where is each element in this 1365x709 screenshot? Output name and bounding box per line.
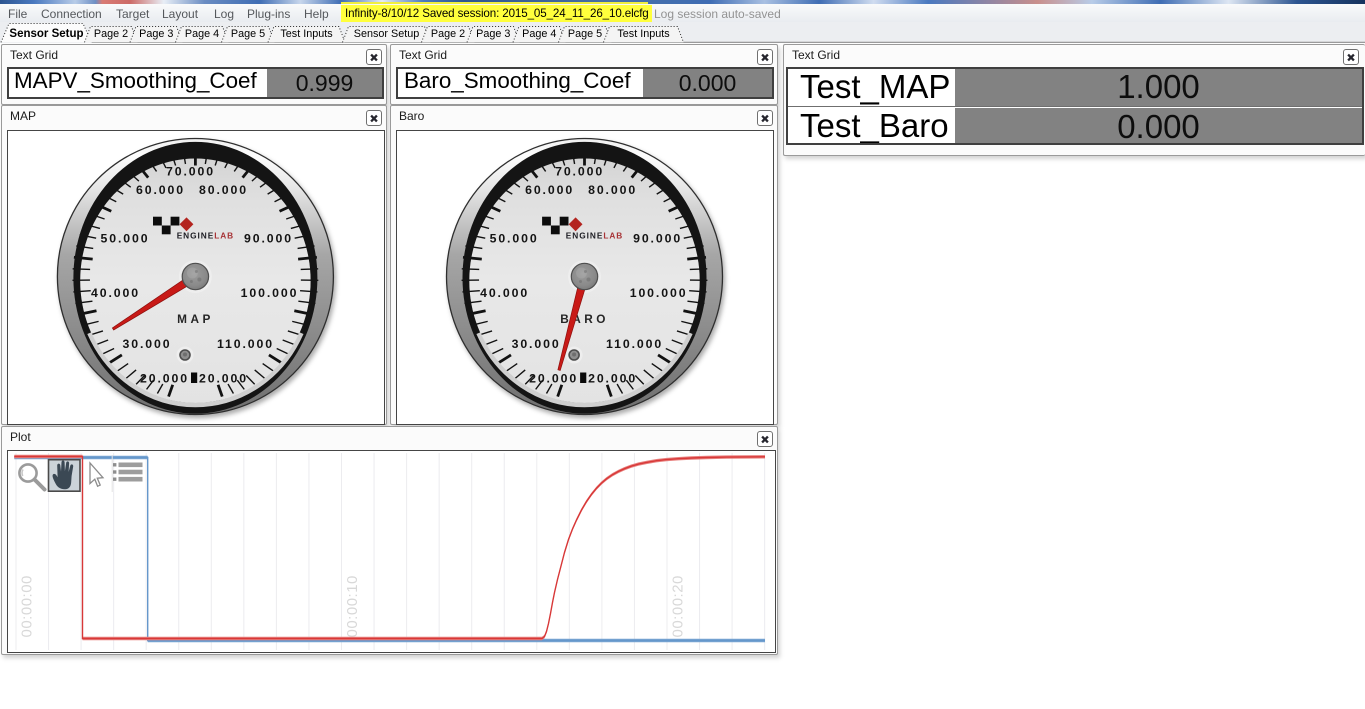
svg-text:30.000: 30.000 <box>512 337 561 351</box>
svg-text:70.000: 70.000 <box>166 164 215 178</box>
svg-text:80.000: 80.000 <box>588 183 637 197</box>
svg-text:ENGINELAB: ENGINELAB <box>566 231 623 241</box>
svg-text:00:00:00: 00:00:00 <box>19 575 36 637</box>
svg-text:Page 5: Page 5 <box>568 28 602 40</box>
svg-text:30.000: 30.000 <box>122 337 171 351</box>
svg-text:100.000: 100.000 <box>241 286 299 300</box>
svg-text:90.000: 90.000 <box>244 231 293 245</box>
svg-text:Page 4: Page 4 <box>522 28 556 40</box>
svg-text:Test Inputs: Test Inputs <box>280 28 333 40</box>
svg-text:Page 3: Page 3 <box>139 28 173 40</box>
svg-text:Page 3: Page 3 <box>476 28 510 40</box>
svg-text:70.000: 70.000 <box>555 164 604 178</box>
svg-text:80.000: 80.000 <box>199 183 248 197</box>
svg-text:90.000: 90.000 <box>633 231 682 245</box>
svg-text:40.000: 40.000 <box>480 286 529 300</box>
svg-text:100.000: 100.000 <box>630 286 688 300</box>
svg-text:20.000: 20.000 <box>199 371 248 385</box>
svg-text:00:00:20: 00:00:20 <box>670 575 687 637</box>
svg-text:110.000: 110.000 <box>217 337 274 351</box>
svg-text:20.000: 20.000 <box>140 371 189 385</box>
svg-text:Sensor Setup: Sensor Setup <box>9 28 83 40</box>
svg-text:MAP: MAP <box>177 312 214 326</box>
svg-text:60.000: 60.000 <box>525 183 574 197</box>
svg-text:40.000: 40.000 <box>91 286 140 300</box>
svg-text:110.000: 110.000 <box>606 337 663 351</box>
svg-text:50.000: 50.000 <box>100 231 149 245</box>
svg-text:20.000: 20.000 <box>529 371 578 385</box>
svg-text:Page 2: Page 2 <box>94 28 128 40</box>
svg-text:20.000: 20.000 <box>588 371 637 385</box>
svg-text:Page 5: Page 5 <box>231 28 265 40</box>
svg-text:Sensor Setup: Sensor Setup <box>354 28 419 40</box>
svg-text:60.000: 60.000 <box>136 183 185 197</box>
svg-text:00:00:10: 00:00:10 <box>344 575 361 637</box>
svg-text:50.000: 50.000 <box>490 231 539 245</box>
svg-text:ENGINELAB: ENGINELAB <box>177 231 234 241</box>
svg-text:Page 2: Page 2 <box>431 28 465 40</box>
svg-text:BARO: BARO <box>560 312 609 326</box>
svg-text:Page 4: Page 4 <box>185 28 219 40</box>
svg-text:Test Inputs: Test Inputs <box>617 28 670 40</box>
